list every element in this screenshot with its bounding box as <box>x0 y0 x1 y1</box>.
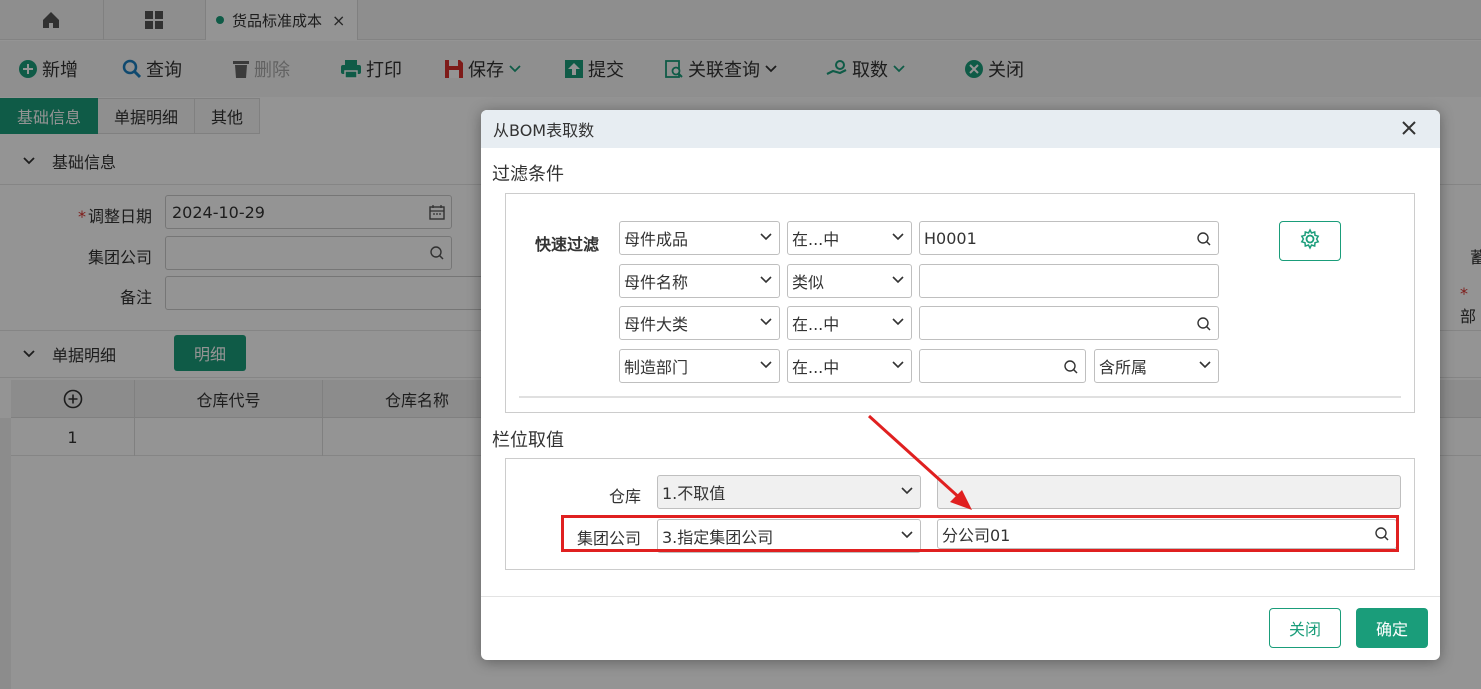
filter-field-select[interactable]: 母件成品 <box>619 221 780 255</box>
filter-divider <box>519 396 1401 398</box>
search-icon[interactable] <box>1063 359 1079 375</box>
filter-value-input[interactable] <box>919 306 1219 340</box>
chevron-down-icon <box>891 275 905 285</box>
group-company-label: 集团公司 <box>576 529 641 548</box>
chevron-down-icon <box>1198 360 1212 370</box>
select-value: 含所属 <box>1099 358 1148 377</box>
warehouse-mode-select[interactable]: 1.不取值 <box>657 475 921 509</box>
filter-operator-select[interactable]: 在...中 <box>787 306 912 340</box>
chevron-down-icon <box>759 275 773 285</box>
warehouse-value-input <box>937 475 1401 509</box>
filter-value-input[interactable] <box>919 264 1219 298</box>
search-icon[interactable] <box>1196 231 1212 247</box>
chevron-down-icon <box>759 232 773 242</box>
filter-operator-select[interactable]: 类似 <box>787 264 912 298</box>
select-value: 母件成品 <box>624 230 689 249</box>
select-value: 母件大类 <box>624 315 689 334</box>
include-subordinate-select[interactable]: 含所属 <box>1094 349 1219 383</box>
bom-fetch-dialog: 从BOM表取数 过滤条件 快速过滤 母件成品 在...中 H0001 母件名称 … <box>481 110 1440 660</box>
search-icon[interactable] <box>1374 526 1390 542</box>
select-value: 在...中 <box>792 315 840 334</box>
filter-field-select[interactable]: 制造部门 <box>619 349 780 383</box>
dialog-confirm-button[interactable]: 确定 <box>1356 608 1428 648</box>
select-value: 类似 <box>792 273 825 292</box>
dialog-close-button[interactable]: 关闭 <box>1269 608 1341 648</box>
chevron-down-icon <box>900 530 914 540</box>
chevron-down-icon <box>759 360 773 370</box>
filter-field-select[interactable]: 母件名称 <box>619 264 780 298</box>
column-value-section-title: 栏位取值 <box>492 430 564 451</box>
chevron-down-icon <box>900 486 914 496</box>
chevron-down-icon <box>891 232 905 242</box>
filter-operator-select[interactable]: 在...中 <box>787 221 912 255</box>
footer-divider <box>481 596 1440 597</box>
chevron-down-icon <box>891 317 905 327</box>
select-value: 3.指定集团公司 <box>662 528 774 547</box>
chevron-down-icon <box>759 317 773 327</box>
dialog-title: 从BOM表取数 <box>493 121 595 140</box>
dialog-header: 从BOM表取数 <box>481 110 1440 148</box>
group-company-mode-select[interactable]: 3.指定集团公司 <box>657 519 921 553</box>
gear-icon <box>1299 228 1321 254</box>
filter-operator-select[interactable]: 在...中 <box>787 349 912 383</box>
select-value: 在...中 <box>792 230 840 249</box>
chevron-down-icon <box>891 360 905 370</box>
warehouse-label: 仓库 <box>608 487 641 506</box>
filter-field-select[interactable]: 母件大类 <box>619 306 780 340</box>
input-value: H0001 <box>924 228 977 248</box>
filter-value-input[interactable] <box>919 349 1086 383</box>
filter-settings-button[interactable] <box>1279 221 1341 261</box>
select-value: 在...中 <box>792 358 840 377</box>
group-company-value-input[interactable]: 分公司01 <box>937 519 1397 549</box>
select-value: 母件名称 <box>624 273 689 292</box>
close-icon[interactable] <box>1400 119 1418 137</box>
input-value: 分公司01 <box>942 526 1011 545</box>
select-value: 制造部门 <box>624 358 689 377</box>
quick-filter-label: 快速过滤 <box>535 235 600 254</box>
filter-value-input[interactable]: H0001 <box>919 221 1219 255</box>
filter-section-title: 过滤条件 <box>492 164 564 185</box>
select-value: 1.不取值 <box>662 484 726 503</box>
search-icon[interactable] <box>1196 316 1212 332</box>
